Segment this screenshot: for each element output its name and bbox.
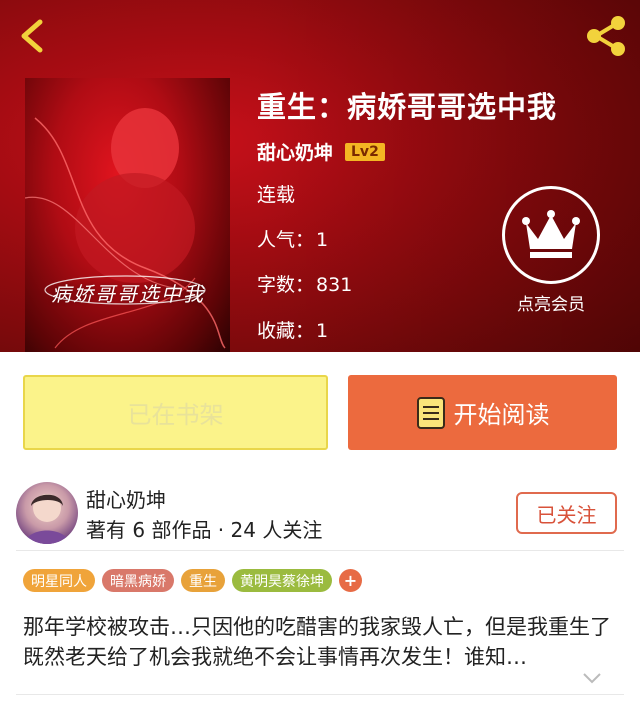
following-button[interactable]: 已关注 <box>516 492 617 534</box>
book-status: 连载 <box>257 180 295 207</box>
chevron-left-icon <box>21 19 43 53</box>
book-icon <box>416 396 445 429</box>
avatar-image <box>24 494 70 544</box>
tag-item[interactable]: 明星同人 <box>23 569 95 592</box>
favorites-value: 1 <box>316 320 329 342</box>
wordcount-label: 字数： <box>257 274 315 296</box>
popularity-value: 1 <box>316 229 329 251</box>
share-icon <box>587 16 625 56</box>
author-row: 甜心奶坤 Lv2 <box>257 138 385 165</box>
cover-title-text: 病娇哥哥选中我 <box>51 282 205 306</box>
tag-list: 明星同人 暗黑病娇 重生 黄明昊蔡徐坤 + <box>23 569 362 592</box>
wordcount-value: 831 <box>316 274 353 296</box>
tag-item[interactable]: 暗黑病娇 <box>102 569 174 592</box>
favorites-label: 收藏： <box>257 320 315 342</box>
vip-label[interactable]: 点亮会员 <box>499 290 603 315</box>
author-link[interactable]: 甜心奶坤 <box>257 138 333 165</box>
wordcount-line: 字数： 831 <box>257 270 352 297</box>
start-reading-button[interactable]: 开始阅读 <box>348 375 617 450</box>
popularity-line: 人气： 1 <box>257 225 328 252</box>
tag-item[interactable]: 重生 <box>181 569 225 592</box>
cover-artwork <box>25 108 226 349</box>
book-cover[interactable]: 病娇哥哥选中我 <box>25 78 230 352</box>
bottom-divider <box>16 694 624 695</box>
author-card-name[interactable]: 甜心奶坤 <box>86 484 166 513</box>
chevron-down-icon[interactable] <box>581 670 603 686</box>
in-bookshelf-label: 已在书架 <box>127 401 224 429</box>
book-title: 重生：病娇哥哥选中我 <box>257 90 558 124</box>
start-reading-label: 开始阅读 <box>453 401 550 429</box>
following-label: 已关注 <box>536 502 597 527</box>
synopsis-text[interactable]: 那年学校被攻击…只因他的吃醋害的我家毁人亡，但是我重生了既然老天给了机会我就绝不… <box>23 612 613 672</box>
avatar[interactable] <box>16 482 78 544</box>
crown-icon <box>522 210 580 258</box>
status-text: 连载 <box>257 184 296 206</box>
back-button[interactable] <box>14 14 54 58</box>
vip-button[interactable] <box>502 186 600 284</box>
book-header: 病娇哥哥选中我 重生：病娇哥哥选中我 甜心奶坤 Lv2 连载 人气： 1 字数： 8… <box>0 0 640 352</box>
more-tags-button[interactable]: + <box>339 569 362 592</box>
tag-item[interactable]: 黄明昊蔡徐坤 <box>232 569 332 592</box>
section-divider <box>16 550 624 551</box>
popularity-label: 人气： <box>257 229 315 251</box>
level-badge: Lv2 <box>345 142 385 161</box>
share-button[interactable] <box>582 12 630 60</box>
favorites-line: 收藏： 1 <box>257 316 328 343</box>
in-bookshelf-button[interactable]: 已在书架 <box>23 375 328 450</box>
author-card-stats: 著有 6 部作品 · 24 人关注 <box>86 518 323 542</box>
